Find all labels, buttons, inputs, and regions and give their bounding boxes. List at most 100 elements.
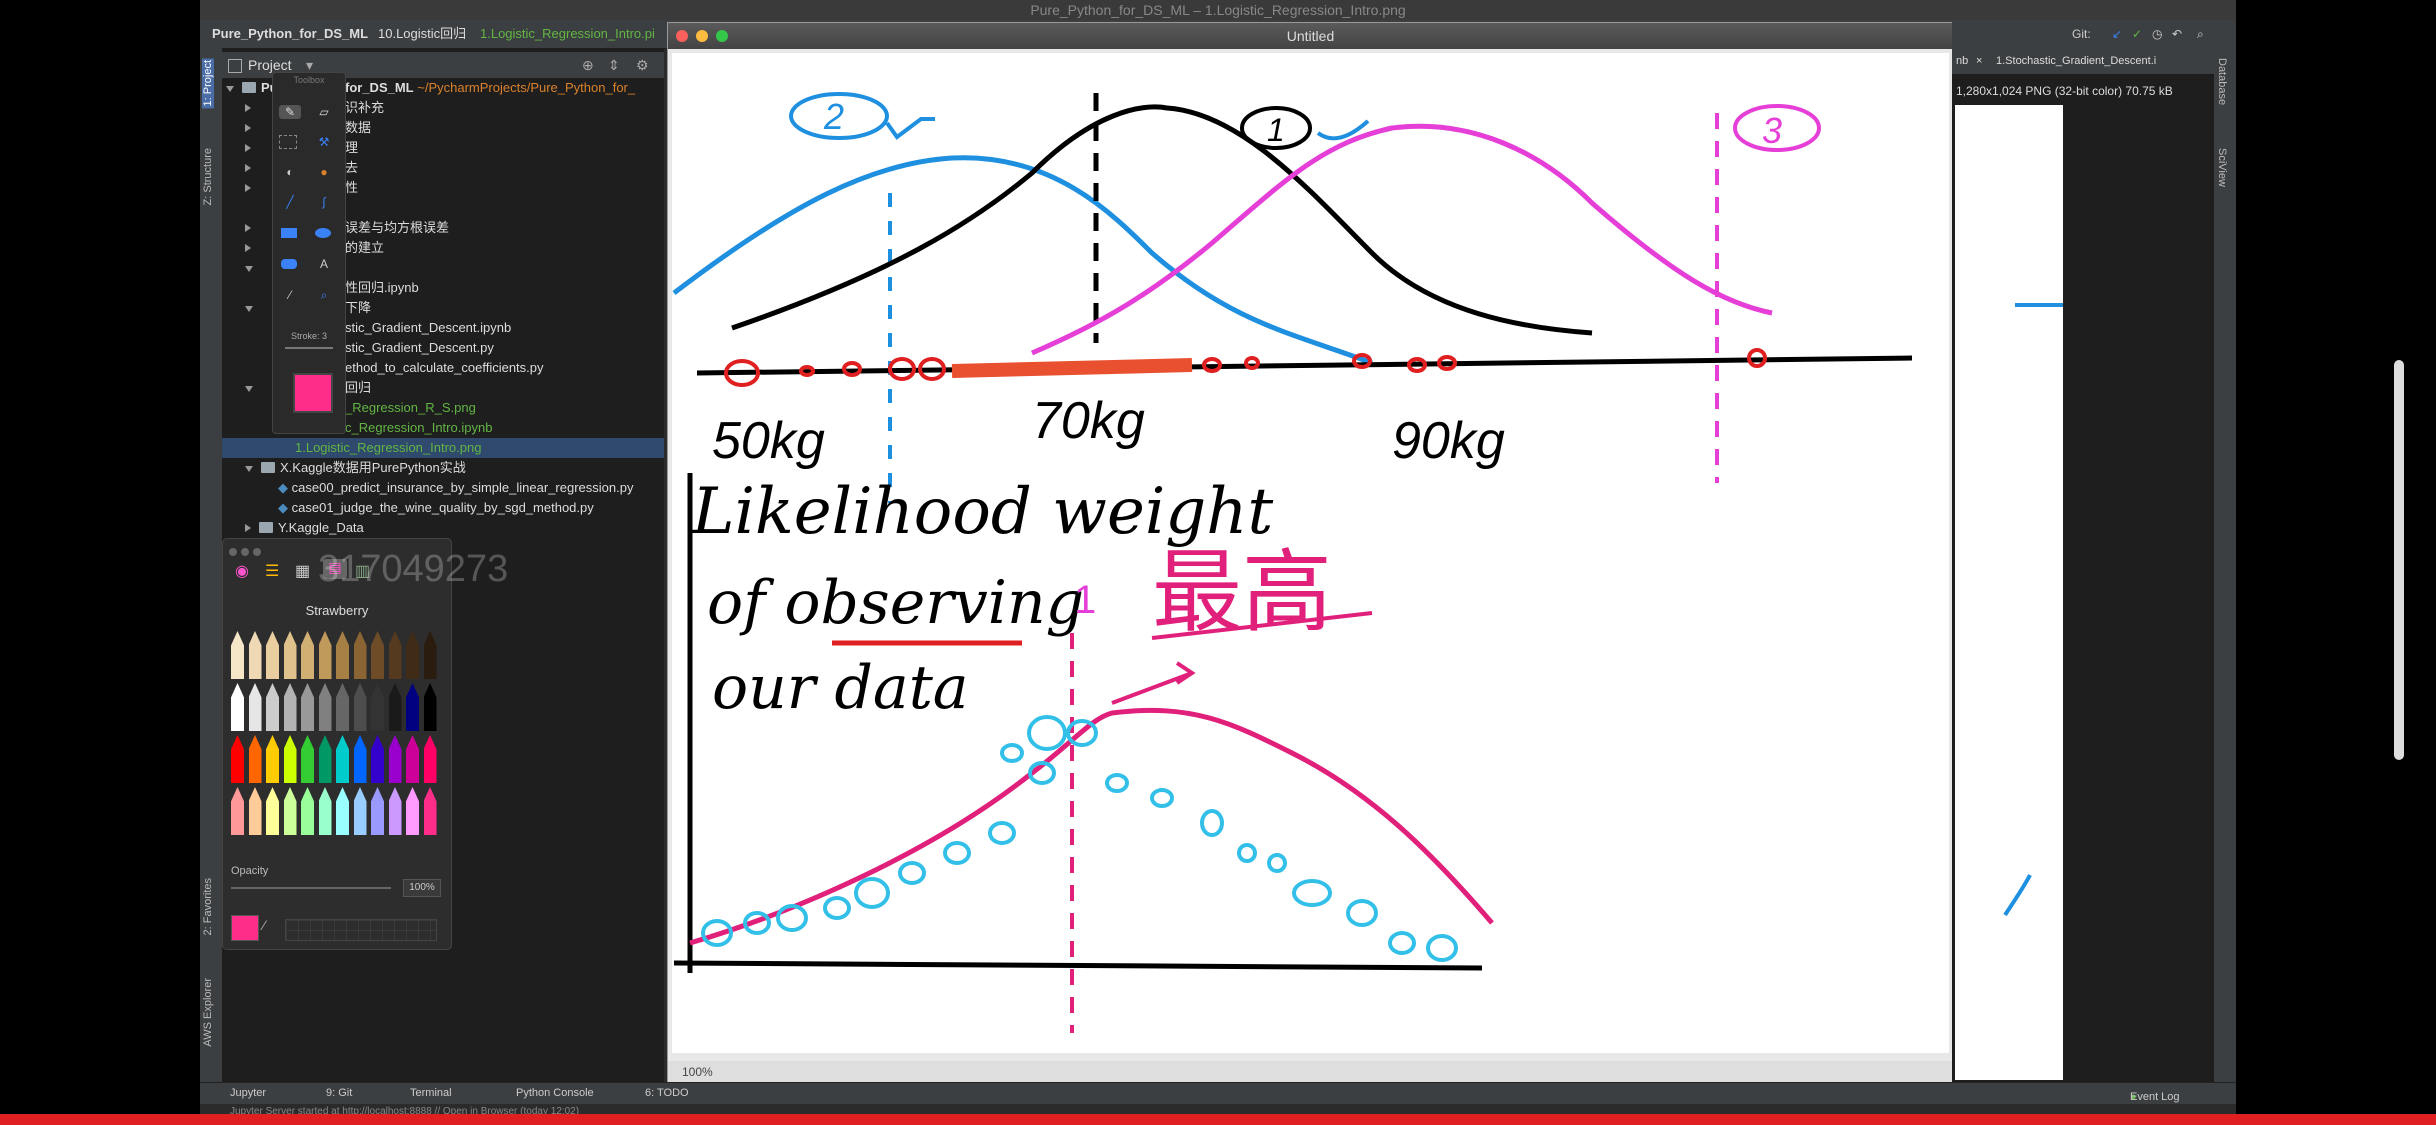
rectangle-icon[interactable] [281,228,297,238]
crayon[interactable] [406,683,419,731]
terminal-tab[interactable]: Terminal [410,1087,452,1099]
collapse-icon[interactable]: ⇕ [608,52,620,78]
fill-icon[interactable]: ◐ [279,165,301,179]
crayon[interactable] [318,735,332,783]
minimize-button[interactable] [696,30,708,42]
crayon[interactable] [248,787,262,835]
sciview-tab[interactable]: SciView [2216,148,2228,187]
tab-stochastic[interactable]: 1.Stochastic_Gradient_Descent.i [1996,48,2186,74]
crayon[interactable] [336,631,349,679]
opacity-slider[interactable] [231,887,391,889]
locate-icon[interactable]: ⊕ [582,52,594,78]
tree-file[interactable]: stic_Gradient_Descent.ipynb [345,318,511,338]
crayon[interactable] [423,631,437,679]
tree-root[interactable]: Pu [226,78,278,98]
nav-folder[interactable]: 10.Logistic回归 [378,20,466,48]
crayon[interactable] [406,631,419,679]
crayon[interactable] [301,735,314,783]
eraser-icon[interactable]: ▱ [313,105,335,119]
tree-folder-row[interactable] [245,218,259,238]
curve-icon[interactable]: ∫ [313,195,335,209]
stroke-slider[interactable] [285,347,333,349]
aws-explorer-tab[interactable]: AWS Explorer [202,978,214,1047]
close-button[interactable] [676,30,688,42]
crayon[interactable] [283,735,297,783]
crayon[interactable] [423,735,437,783]
tree-label[interactable]: 性回归.ipynb [345,278,419,298]
tree-folder-row[interactable] [245,298,261,318]
database-tab[interactable]: Database [2216,58,2228,105]
gear-icon[interactable]: ⚙ [636,52,649,78]
color-wheel-icon[interactable]: ◉ [235,561,249,581]
crayon[interactable] [371,631,384,679]
crayon[interactable] [301,683,314,731]
crayon[interactable] [388,787,402,835]
crayon-grid[interactable] [231,631,443,843]
zoom-button[interactable] [716,30,728,42]
crayon[interactable] [406,787,419,835]
crayon[interactable] [248,683,262,731]
drawing-canvas[interactable]: 2 1 3 50kg 70kg 90kg Likelihood weight o… [672,53,1949,1053]
tree-folder-row[interactable]: X.Kaggle数据用PurePython实战 [245,458,466,478]
crayon[interactable] [336,787,349,835]
tab-prev[interactable]: nb [1956,48,1968,74]
tree-file[interactable]: _Regression_R_S.png [345,398,476,418]
crayon[interactable] [388,631,402,679]
paint-icon[interactable]: ● [313,165,335,179]
search-icon[interactable]: ⌕ [2197,20,2204,48]
crayon[interactable] [231,787,244,835]
tree-folder-row[interactable]: Y.Kaggle_Data [245,518,364,538]
crayon[interactable] [371,683,384,731]
palettes-icon[interactable]: ▦ [295,561,310,581]
hammer-icon[interactable]: ⚒ [313,135,335,149]
structure-tool-tab[interactable]: Z: Structure [202,148,214,205]
pen-icon[interactable]: ✎ [279,105,301,119]
crayon[interactable] [266,631,279,679]
ellipse-icon[interactable] [315,228,331,238]
crayon[interactable] [266,787,279,835]
current-color-well[interactable] [231,915,259,941]
tree-file[interactable]: ◆ case00_predict_insurance_by_simple_lin… [278,478,633,498]
crayon[interactable] [353,631,367,679]
crayon[interactable] [336,735,349,783]
video-progress-bar[interactable] [0,1114,2436,1125]
select-rect-icon[interactable] [279,135,297,149]
rounded-rect-icon[interactable] [281,259,297,269]
project-tool-tab[interactable]: 1: Project [202,58,214,109]
crayon[interactable] [318,631,332,679]
crayon[interactable] [231,735,244,783]
crayon[interactable] [248,631,262,679]
todo-tab[interactable]: 6: TODO [645,1087,689,1099]
crayon[interactable] [231,631,244,679]
crayon[interactable] [318,787,332,835]
swatch-wells[interactable] [285,919,437,941]
crayon[interactable] [388,683,402,731]
tree-folder-row[interactable] [245,178,259,198]
zoom-level[interactable]: 100% [682,1061,713,1083]
nav-file[interactable]: 1.Logistic_Regression_Intro.pi [480,20,655,48]
tree-folder-row[interactable] [245,158,259,178]
jupyter-tab[interactable]: Jupyter [230,1087,266,1099]
revert-icon[interactable]: ↶ [2172,20,2182,48]
crayon[interactable] [353,735,367,783]
crayon[interactable] [248,735,262,783]
crayon[interactable] [371,787,384,835]
zoom-icon[interactable]: ⌕ [313,288,335,302]
tree-folder-row[interactable] [245,118,259,138]
tree-file[interactable]: ethod_to_calculate_coefficients.py [345,358,544,378]
tree-file[interactable]: stic_Gradient_Descent.py [345,338,494,358]
close-icon[interactable]: × [1976,48,1982,74]
tree-file[interactable]: ◆ case01_judge_the_wine_quality_by_sgd_m… [278,498,594,518]
crayon[interactable] [283,787,297,835]
eyedropper-icon[interactable]: ⁄ [279,288,301,302]
tree-file-selected[interactable]: 1.Logistic_Regression_Intro.png [295,438,481,458]
crayon[interactable] [353,787,367,835]
tree-file[interactable]: c_Regression_Intro.ipynb [345,418,492,438]
crayon[interactable] [423,787,437,835]
update-icon[interactable]: ↙ [2112,20,2122,48]
tree-folder-row[interactable] [245,258,261,278]
python-console-tab[interactable]: Python Console [516,1087,594,1099]
favorites-tool-tab[interactable]: 2: Favorites [202,878,214,935]
crayon[interactable] [283,683,297,731]
crayon[interactable] [423,683,437,731]
